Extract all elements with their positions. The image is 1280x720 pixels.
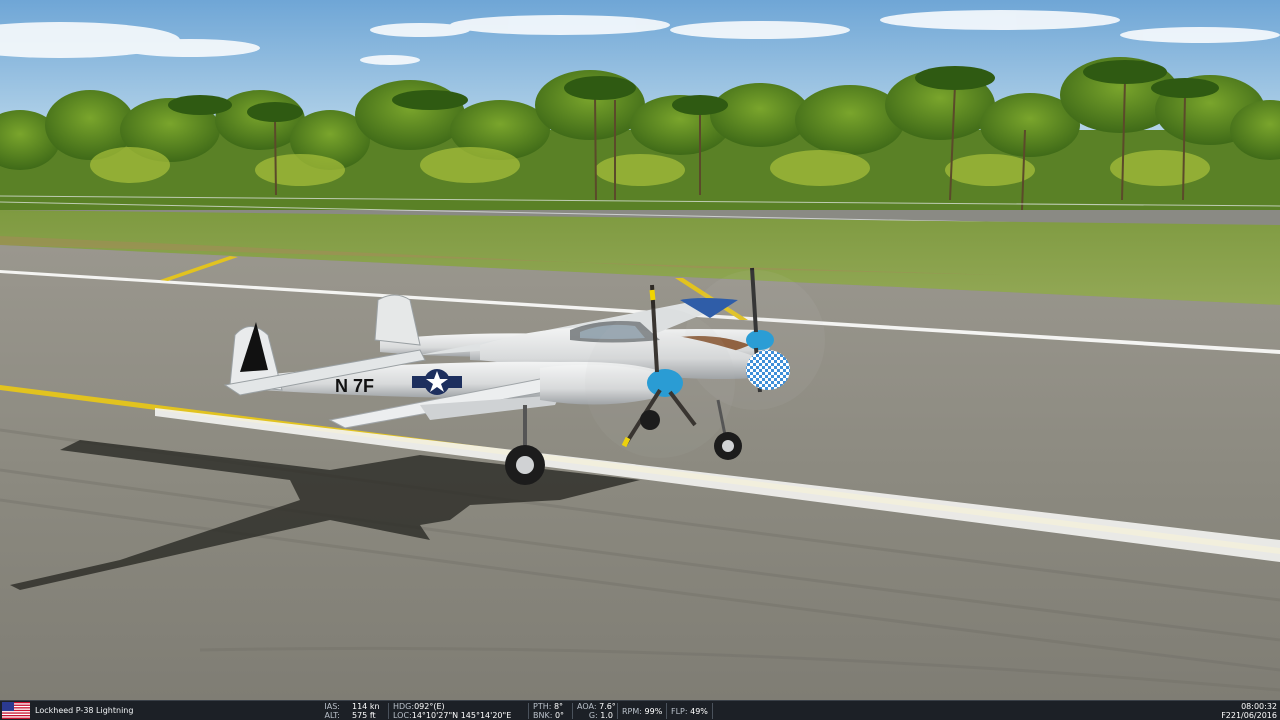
flp-readout: FLP: 49%: [671, 707, 708, 716]
aircraft-markings: N 7F: [335, 376, 374, 396]
ias-label: IAS:: [324, 702, 340, 711]
rpm-readout: RPM: 99%: [622, 707, 663, 716]
checkered-nose: [746, 350, 790, 390]
aoa-readout: AOA: 7.6°: [577, 702, 616, 711]
sim-date: F221/06/2016: [1221, 711, 1277, 720]
divider: [712, 703, 713, 719]
pth-readout: PTH: 8°: [533, 702, 564, 711]
aircraft-name: Lockheed P-38 Lightning: [35, 706, 134, 715]
alt-label: ALT:: [324, 711, 340, 720]
g-readout: G: 1.0: [588, 711, 613, 720]
far-gear: [640, 410, 660, 430]
divider: [528, 703, 529, 719]
divider: [617, 703, 618, 719]
ias-value: 114 kn: [352, 702, 380, 711]
bnk-readout: BNK: 0°: [533, 711, 565, 720]
game-viewport[interactable]: N 7F: [0, 0, 1280, 700]
usa-flag-icon: [2, 702, 30, 719]
loc-readout: LOC:14°10'27"N 145°14'20"E: [393, 711, 512, 720]
divider: [666, 703, 667, 719]
status-bar: Lockheed P-38 Lightning IAS: 114 kn ALT:…: [0, 700, 1280, 720]
hdg-readout: HDG:092°(E): [393, 702, 445, 711]
divider: [388, 703, 389, 719]
divider: [572, 703, 573, 719]
clock-time: 08:00:32: [1241, 702, 1277, 711]
alt-value: 575 ft: [352, 711, 376, 720]
